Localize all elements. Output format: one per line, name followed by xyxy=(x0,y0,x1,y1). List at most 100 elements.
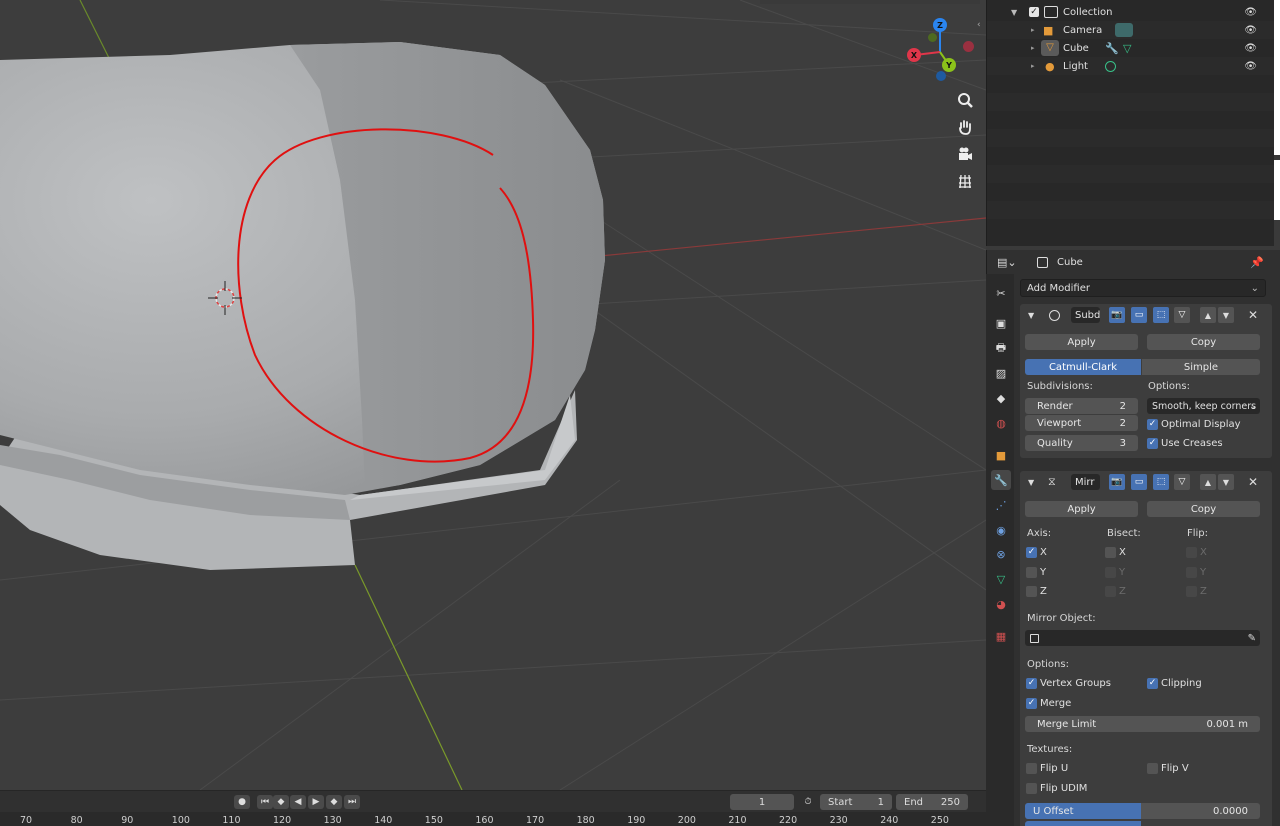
gizmo-x-ball[interactable]: X xyxy=(907,48,921,62)
render-toggle-icon[interactable]: 📷 xyxy=(1109,474,1125,490)
apply-button[interactable]: Apply xyxy=(1025,501,1138,517)
bisect-y-checkbox[interactable]: Y xyxy=(1105,567,1125,578)
use-creases-checkbox[interactable]: ✓ Use Creases xyxy=(1147,438,1223,449)
flip-udim-checkbox[interactable]: Flip UDIM xyxy=(1026,783,1087,794)
move-up-icon[interactable]: ▲ xyxy=(1200,474,1216,490)
viewport-levels-field[interactable]: Viewport 2 xyxy=(1025,415,1138,431)
clipping-checkbox[interactable]: ✓ Clipping xyxy=(1147,678,1202,689)
render-toggle-icon[interactable]: 📷 xyxy=(1109,307,1125,323)
camera-view-icon[interactable] xyxy=(954,143,976,165)
flip-z-checkbox[interactable]: Z xyxy=(1186,586,1207,597)
outliner-row-light[interactable]: ▸ ● Light 👁 xyxy=(987,57,1275,75)
collapse-arrow-icon[interactable]: ▼ xyxy=(1011,8,1017,17)
uv-smooth-dropdown[interactable]: Smooth, keep corners ⌄ xyxy=(1147,398,1260,414)
pin-icon[interactable]: 📌 xyxy=(1250,256,1264,269)
gizmo-z-ball[interactable]: Z xyxy=(933,18,947,32)
tool-tab-icon[interactable]: ✂ xyxy=(991,283,1011,303)
visibility-eye-icon[interactable]: 👁 xyxy=(1244,7,1257,18)
move-down-icon[interactable]: ▼ xyxy=(1218,307,1234,323)
constraints-tab-icon[interactable]: ⊗ xyxy=(991,544,1011,564)
add-modifier-dropdown[interactable]: Add Modifier ⌄ xyxy=(1020,279,1266,297)
exclude-checkbox[interactable]: ✓ xyxy=(1029,7,1039,17)
camera-data-icon[interactable] xyxy=(1115,23,1133,37)
flip-v-checkbox[interactable]: Flip V xyxy=(1147,763,1189,774)
modifier-tab-icon[interactable]: 🔧 xyxy=(991,470,1011,490)
outliner-row-camera[interactable]: ▸ ■ Camera 👁 xyxy=(987,21,1275,39)
editmode-toggle-icon[interactable]: ⬚ xyxy=(1153,474,1169,490)
visibility-eye-icon[interactable]: 👁 xyxy=(1244,25,1257,36)
view-layer-tab-icon[interactable]: ▨ xyxy=(991,363,1011,383)
move-up-icon[interactable]: ▲ xyxy=(1200,307,1216,323)
expand-arrow-icon[interactable]: ▸ xyxy=(1031,26,1035,34)
scene-canvas[interactable] xyxy=(0,0,986,790)
jump-start-button[interactable]: ⏮ xyxy=(257,795,273,809)
keyframe-record-button[interactable]: ● xyxy=(234,795,250,809)
timeline-ruler[interactable]: 70 80 90 100 110 120 130 140 150 160 170 180 190 200 2… xyxy=(0,812,986,826)
jump-end-button[interactable]: ⏭ xyxy=(344,795,360,809)
prev-keyframe-button[interactable]: ◆ xyxy=(273,795,289,809)
modifier-name-field[interactable]: Mirr xyxy=(1071,474,1100,490)
outliner[interactable]: ▼ ✓ Collection 👁 ▸ ■ Camera 👁 ▸ ▽ Cube 🔧… xyxy=(986,0,1275,246)
orthographic-grid-icon[interactable] xyxy=(954,170,976,192)
editmode-toggle-icon[interactable]: ⬚ xyxy=(1153,307,1169,323)
gizmo-neg-x-ball[interactable] xyxy=(963,41,974,52)
close-icon[interactable]: ✕ xyxy=(1248,475,1258,489)
expand-arrow-icon[interactable]: ▸ xyxy=(1031,62,1035,70)
axis-x-checkbox[interactable]: ✓ X xyxy=(1026,547,1047,558)
viewport-toggle-icon[interactable]: ▭ xyxy=(1131,474,1147,490)
flip-u-checkbox[interactable]: Flip U xyxy=(1026,763,1068,774)
merge-checkbox[interactable]: ✓ Merge xyxy=(1026,698,1071,709)
gizmo-neg-z-ball[interactable] xyxy=(936,71,946,81)
current-frame-field[interactable]: 1 xyxy=(730,794,794,810)
visibility-eye-icon[interactable]: 👁 xyxy=(1244,43,1257,54)
play-button[interactable]: ▶ xyxy=(308,795,324,809)
gizmo-neg-y-ball[interactable] xyxy=(928,33,937,42)
output-tab-icon[interactable]: 🖶 xyxy=(991,338,1011,358)
scene-tab-icon[interactable]: ◆ xyxy=(991,388,1011,408)
collapse-arrow-icon[interactable]: ▼ xyxy=(1028,478,1034,487)
mirror-object-field[interactable]: ✎ xyxy=(1025,630,1260,646)
render-tab-icon[interactable]: ▣ xyxy=(991,313,1011,333)
outliner-row-collection[interactable]: ▼ ✓ Collection 👁 xyxy=(987,3,1275,21)
wrench-modifier-icon[interactable]: 🔧 xyxy=(1105,42,1119,55)
zoom-icon[interactable] xyxy=(954,89,976,111)
close-icon[interactable]: ✕ xyxy=(1248,308,1258,322)
vertex-groups-checkbox[interactable]: ✓ Vertex Groups xyxy=(1026,678,1111,689)
stopwatch-icon[interactable]: ⏱ xyxy=(800,795,816,809)
axis-z-checkbox[interactable]: Z xyxy=(1026,586,1047,597)
next-keyframe-button[interactable]: ◆ xyxy=(326,795,342,809)
light-data-icon[interactable] xyxy=(1105,60,1116,72)
cage-toggle-icon[interactable]: ▽ xyxy=(1174,474,1190,490)
visibility-eye-icon[interactable]: 👁 xyxy=(1244,61,1257,72)
catmull-clark-button[interactable]: Catmull-Clark xyxy=(1025,359,1141,375)
object-tab-icon[interactable]: ■ xyxy=(991,445,1011,465)
simple-button[interactable]: Simple xyxy=(1142,359,1260,375)
u-offset-field[interactable]: U Offset 0.0000 xyxy=(1025,803,1260,819)
editor-type-icon[interactable]: ▤⌄ xyxy=(997,256,1017,269)
outliner-row-cube[interactable]: ▸ ▽ Cube 🔧 ▽ 👁 xyxy=(987,39,1275,57)
cage-toggle-icon[interactable]: ▽ xyxy=(1174,307,1190,323)
3d-viewport[interactable]: Z X Y ‹ xyxy=(0,0,986,790)
world-tab-icon[interactable]: ◍ xyxy=(991,413,1011,433)
mesh-data-tab-icon[interactable]: ▽ xyxy=(991,569,1011,589)
bisect-z-checkbox[interactable]: Z xyxy=(1105,586,1126,597)
copy-button[interactable]: Copy xyxy=(1147,501,1260,517)
v-offset-field[interactable] xyxy=(1025,821,1141,826)
modifier-name-field[interactable]: Subd xyxy=(1071,307,1100,323)
optimal-display-checkbox[interactable]: ✓ Optimal Display xyxy=(1147,419,1241,430)
sidebar-toggle-icon[interactable]: ‹ xyxy=(977,20,986,34)
collapse-arrow-icon[interactable]: ▼ xyxy=(1028,311,1034,320)
viewport-toggle-icon[interactable]: ▭ xyxy=(1131,307,1147,323)
end-frame-field[interactable]: End 250 xyxy=(896,794,968,810)
merge-limit-field[interactable]: Merge Limit 0.001 m xyxy=(1025,716,1260,732)
physics-tab-icon[interactable]: ◉ xyxy=(991,520,1011,540)
material-tab-icon[interactable]: ◕ xyxy=(991,594,1011,614)
apply-button[interactable]: Apply xyxy=(1025,334,1138,350)
flip-x-checkbox[interactable]: X xyxy=(1186,547,1207,558)
pan-hand-icon[interactable] xyxy=(954,116,976,138)
bisect-x-checkbox[interactable]: X xyxy=(1105,547,1126,558)
flip-y-checkbox[interactable]: Y xyxy=(1186,567,1206,578)
copy-button[interactable]: Copy xyxy=(1147,334,1260,350)
particles-tab-icon[interactable]: ⋰ xyxy=(991,495,1011,515)
quality-field[interactable]: Quality 3 xyxy=(1025,435,1138,451)
